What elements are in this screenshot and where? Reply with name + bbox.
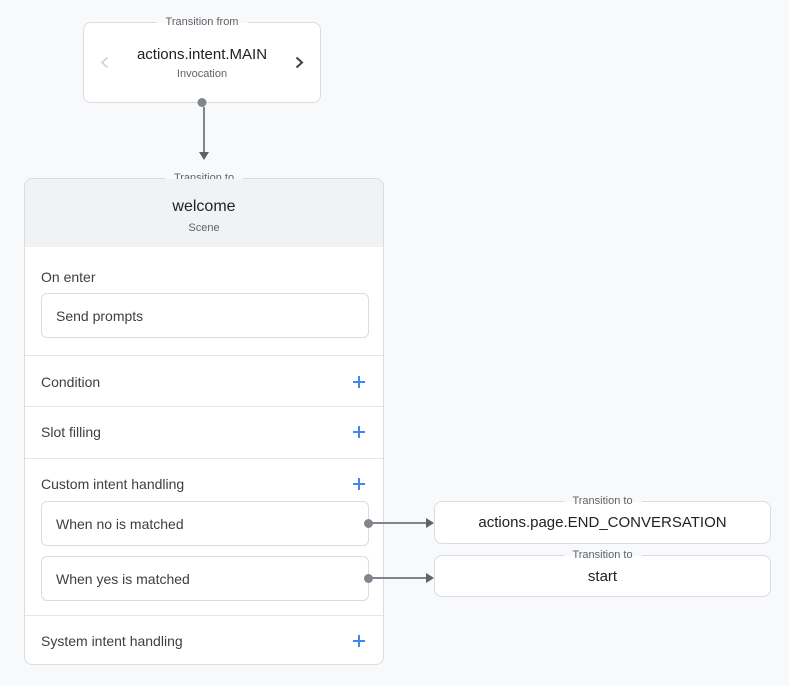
add-condition-button[interactable] (350, 373, 368, 391)
system-intent-handling-label: System intent handling (41, 633, 183, 649)
divider (25, 406, 383, 407)
scene-title: welcome (25, 198, 383, 216)
add-system-intent-button[interactable] (350, 632, 368, 650)
transition-to-legend: Transition to (563, 548, 641, 563)
transition-target-start[interactable]: Transition to start (434, 555, 771, 597)
intent-handler-label: When no is matched (56, 516, 184, 532)
transition-target-end-conversation[interactable]: Transition to actions.page.END_CONVERSAT… (434, 501, 771, 544)
flow-arrow-right-head (426, 573, 434, 583)
transition-to-legend: Transition to (563, 494, 641, 509)
connector-dot (364, 574, 373, 583)
plus-icon (352, 425, 366, 439)
divider (25, 355, 383, 356)
intent-handler-when-yes[interactable]: When yes is matched (41, 556, 369, 601)
custom-intent-handling-row: Custom intent handling (41, 473, 368, 495)
send-prompts-label: Send prompts (56, 308, 143, 324)
scene-flow-canvas: Transition from actions.intent.MAIN Invo… (0, 0, 789, 686)
divider (25, 615, 383, 616)
send-prompts-item[interactable]: Send prompts (41, 293, 369, 338)
scene-card: Transition to welcome Scene On enter Sen… (24, 178, 384, 665)
condition-row: Condition (41, 371, 368, 393)
intent-title: actions.intent.MAIN (111, 46, 293, 63)
divider (25, 458, 383, 459)
slot-filling-label: Slot filling (41, 424, 101, 440)
connector-dot (198, 98, 207, 107)
add-slot-button[interactable] (350, 423, 368, 441)
add-custom-intent-button[interactable] (350, 475, 368, 493)
intent-handler-when-no[interactable]: When no is matched (41, 501, 369, 546)
flow-arrow-right-line (371, 522, 427, 524)
plus-icon (352, 634, 366, 648)
connector-dot (364, 519, 373, 528)
system-intent-handling-row: System intent handling (41, 630, 368, 652)
intent-handler-label: When yes is matched (56, 571, 190, 587)
plus-icon (352, 375, 366, 389)
intent-subtitle: Invocation (111, 68, 293, 80)
transition-from-legend: Transition from (157, 15, 248, 30)
scene-subtitle: Scene (25, 222, 383, 234)
chevron-left-icon[interactable] (98, 54, 111, 71)
condition-label: Condition (41, 374, 100, 390)
chevron-right-icon[interactable] (293, 54, 306, 71)
transition-from-card[interactable]: Transition from actions.intent.MAIN Invo… (83, 22, 321, 103)
flow-arrow-down-head (199, 152, 209, 160)
flow-arrow-right-head (426, 518, 434, 528)
flow-arrow-down-line (203, 107, 205, 153)
slot-filling-row: Slot filling (41, 421, 368, 443)
flow-arrow-right-line (371, 577, 427, 579)
custom-intent-handling-label: Custom intent handling (41, 476, 184, 492)
scene-header[interactable]: welcome Scene (25, 179, 383, 247)
plus-icon (352, 477, 366, 491)
on-enter-label: On enter (41, 268, 95, 286)
